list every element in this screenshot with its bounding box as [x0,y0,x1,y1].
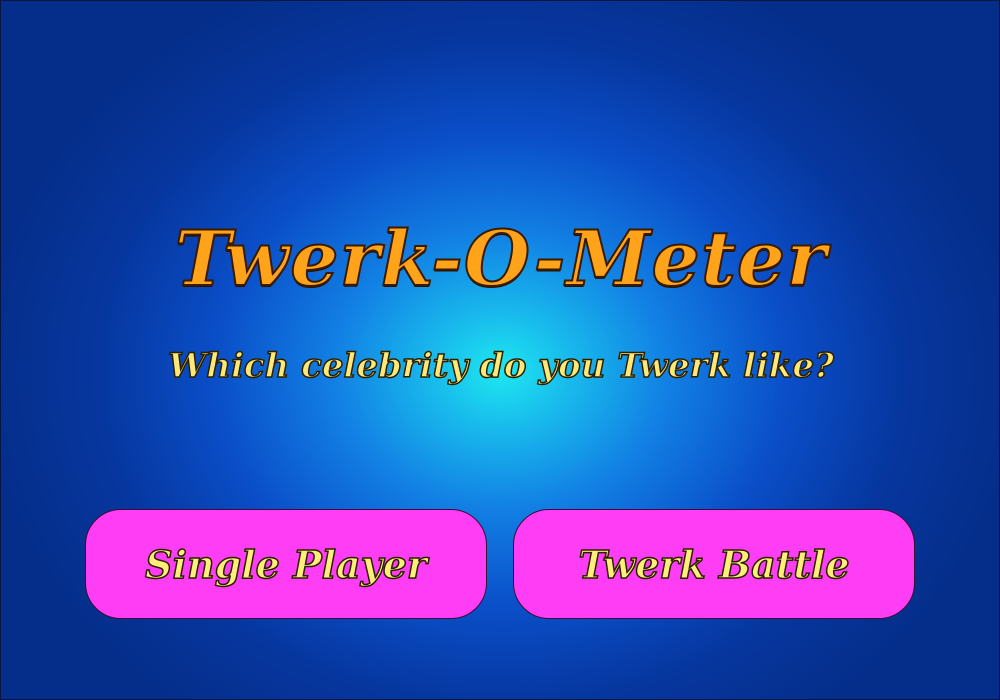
twerk-battle-button[interactable]: Twerk Battle [513,509,915,619]
game-subtitle: Which celebrity do you Twerk like? [167,345,834,387]
single-player-button[interactable]: Single Player [85,509,487,619]
game-title: Twerk-O-Meter [174,213,828,304]
title-screen: Twerk-O-Meter Which celebrity do you Twe… [0,0,1000,700]
